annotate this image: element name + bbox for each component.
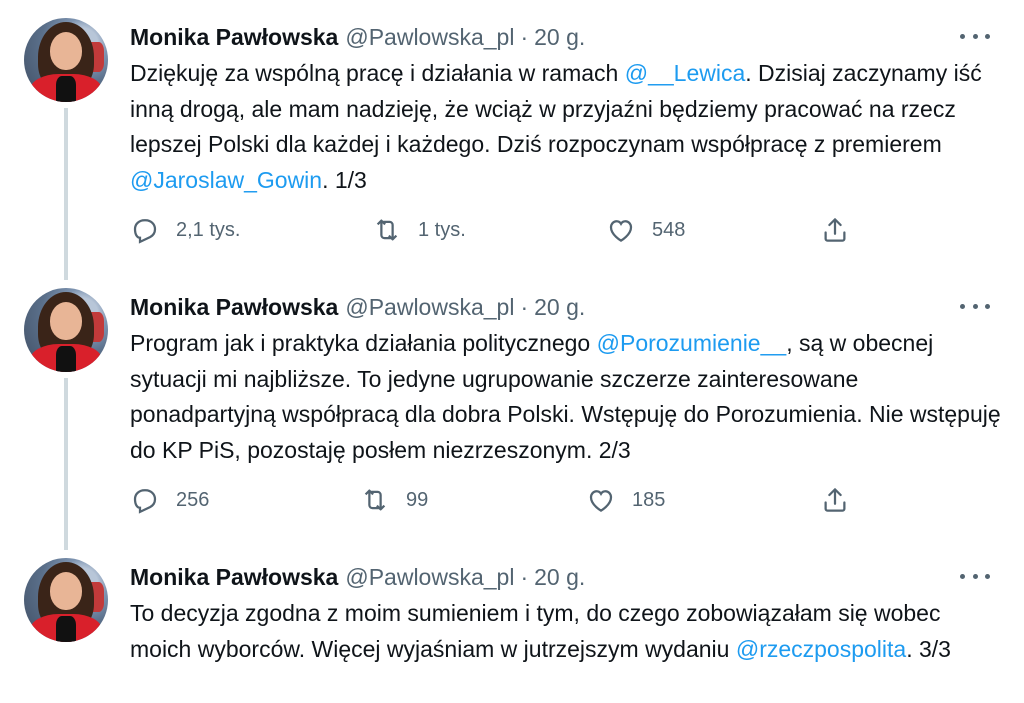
reply-count: 2,1 tys. (176, 218, 241, 241)
author-name[interactable]: Monika Pawłowska (130, 22, 338, 52)
reply-button[interactable]: 2,1 tys. (130, 210, 240, 250)
share-button[interactable] (820, 210, 850, 250)
author-handle[interactable]: @Pawlowska_pl (345, 22, 514, 52)
tweet-content: Monika Pawłowska @Pawlowska_pl · 20 g. D… (130, 22, 1004, 198)
tweet-actions: 2,1 tys. 1 tys. 548 (130, 210, 870, 250)
author-handle[interactable]: @Pawlowska_pl (345, 562, 514, 592)
timestamp[interactable]: 20 g. (534, 22, 585, 52)
mention-link[interactable]: @__Lewica (625, 60, 746, 86)
share-button[interactable] (820, 480, 850, 520)
tweet-2[interactable]: Monika Pawłowska @Pawlowska_pl · 20 g. P… (0, 270, 1024, 550)
author-handle[interactable]: @Pawlowska_pl (345, 292, 514, 322)
retweet-icon (364, 489, 386, 511)
retweet-button[interactable]: 1 tys. (372, 210, 466, 250)
tweet-text: Dziękuję za wspólną pracę i działania w … (130, 56, 1004, 198)
text-segment: Dziękuję za wspólną pracę i działania w … (130, 60, 625, 86)
more-options-icon[interactable] (960, 566, 990, 586)
retweet-button[interactable]: 99 (360, 480, 428, 520)
mention-link[interactable]: @Jaroslaw_Gowin (130, 167, 322, 193)
mention-link[interactable]: @Porozumienie__ (597, 330, 787, 356)
like-count: 548 (652, 218, 686, 241)
retweet-icon (376, 219, 398, 241)
author-name[interactable]: Monika Pawłowska (130, 292, 338, 322)
reply-button[interactable]: 256 (130, 480, 209, 520)
separator-dot: · (520, 294, 529, 320)
tweet-actions: 256 99 185 (130, 480, 870, 520)
more-options-icon[interactable] (960, 26, 990, 46)
tweet-header: Monika Pawłowska @Pawlowska_pl · 20 g. (130, 292, 1004, 322)
share-icon (824, 488, 846, 512)
tweet-3[interactable]: Monika Pawłowska @Pawlowska_pl · 20 g. T… (0, 540, 1024, 703)
reply-icon (133, 219, 157, 244)
heart-icon (609, 220, 633, 242)
reply-count: 256 (176, 488, 210, 511)
timestamp[interactable]: 20 g. (534, 562, 585, 592)
retweet-count: 99 (406, 488, 429, 511)
avatar-column (24, 18, 108, 102)
separator-dot: · (520, 564, 529, 590)
reply-icon (133, 489, 157, 514)
text-segment: . 1/3 (322, 166, 367, 193)
tweet-content: Monika Pawłowska @Pawlowska_pl · 20 g. P… (130, 292, 1004, 468)
like-count: 185 (632, 488, 666, 511)
tweet-header: Monika Pawłowska @Pawlowska_pl · 20 g. (130, 22, 1004, 52)
tweet-header: Monika Pawłowska @Pawlowska_pl · 20 g. (130, 562, 1004, 592)
retweet-count: 1 tys. (418, 218, 466, 241)
avatar-column (24, 288, 108, 372)
heart-icon (589, 490, 613, 512)
thread-connector-line (64, 108, 68, 280)
tweet-content: Monika Pawłowska @Pawlowska_pl · 20 g. T… (130, 562, 1004, 667)
more-options-icon[interactable] (960, 296, 990, 316)
share-icon (824, 218, 846, 242)
tweet-thread: Monika Pawłowska @Pawlowska_pl · 20 g. D… (0, 0, 1024, 703)
avatar[interactable] (24, 288, 108, 372)
author-name[interactable]: Monika Pawłowska (130, 562, 338, 592)
tweet-text: Program jak i praktyka działania polityc… (130, 326, 1004, 468)
avatar[interactable] (24, 558, 108, 642)
separator-dot: · (520, 24, 529, 50)
tweet-1[interactable]: Monika Pawłowska @Pawlowska_pl · 20 g. D… (0, 0, 1024, 280)
avatar[interactable] (24, 18, 108, 102)
like-button[interactable]: 185 (586, 480, 665, 520)
mention-link[interactable]: @rzeczpospolita (736, 636, 906, 662)
thread-connector-line (64, 378, 68, 550)
text-segment: Program jak i praktyka działania polityc… (130, 330, 597, 356)
timestamp[interactable]: 20 g. (534, 292, 585, 322)
avatar-column (24, 558, 108, 642)
like-button[interactable]: 548 (606, 210, 685, 250)
text-segment: . 3/3 (906, 635, 951, 662)
tweet-text: To decyzja zgodna z moim sumieniem i tym… (130, 596, 1004, 667)
